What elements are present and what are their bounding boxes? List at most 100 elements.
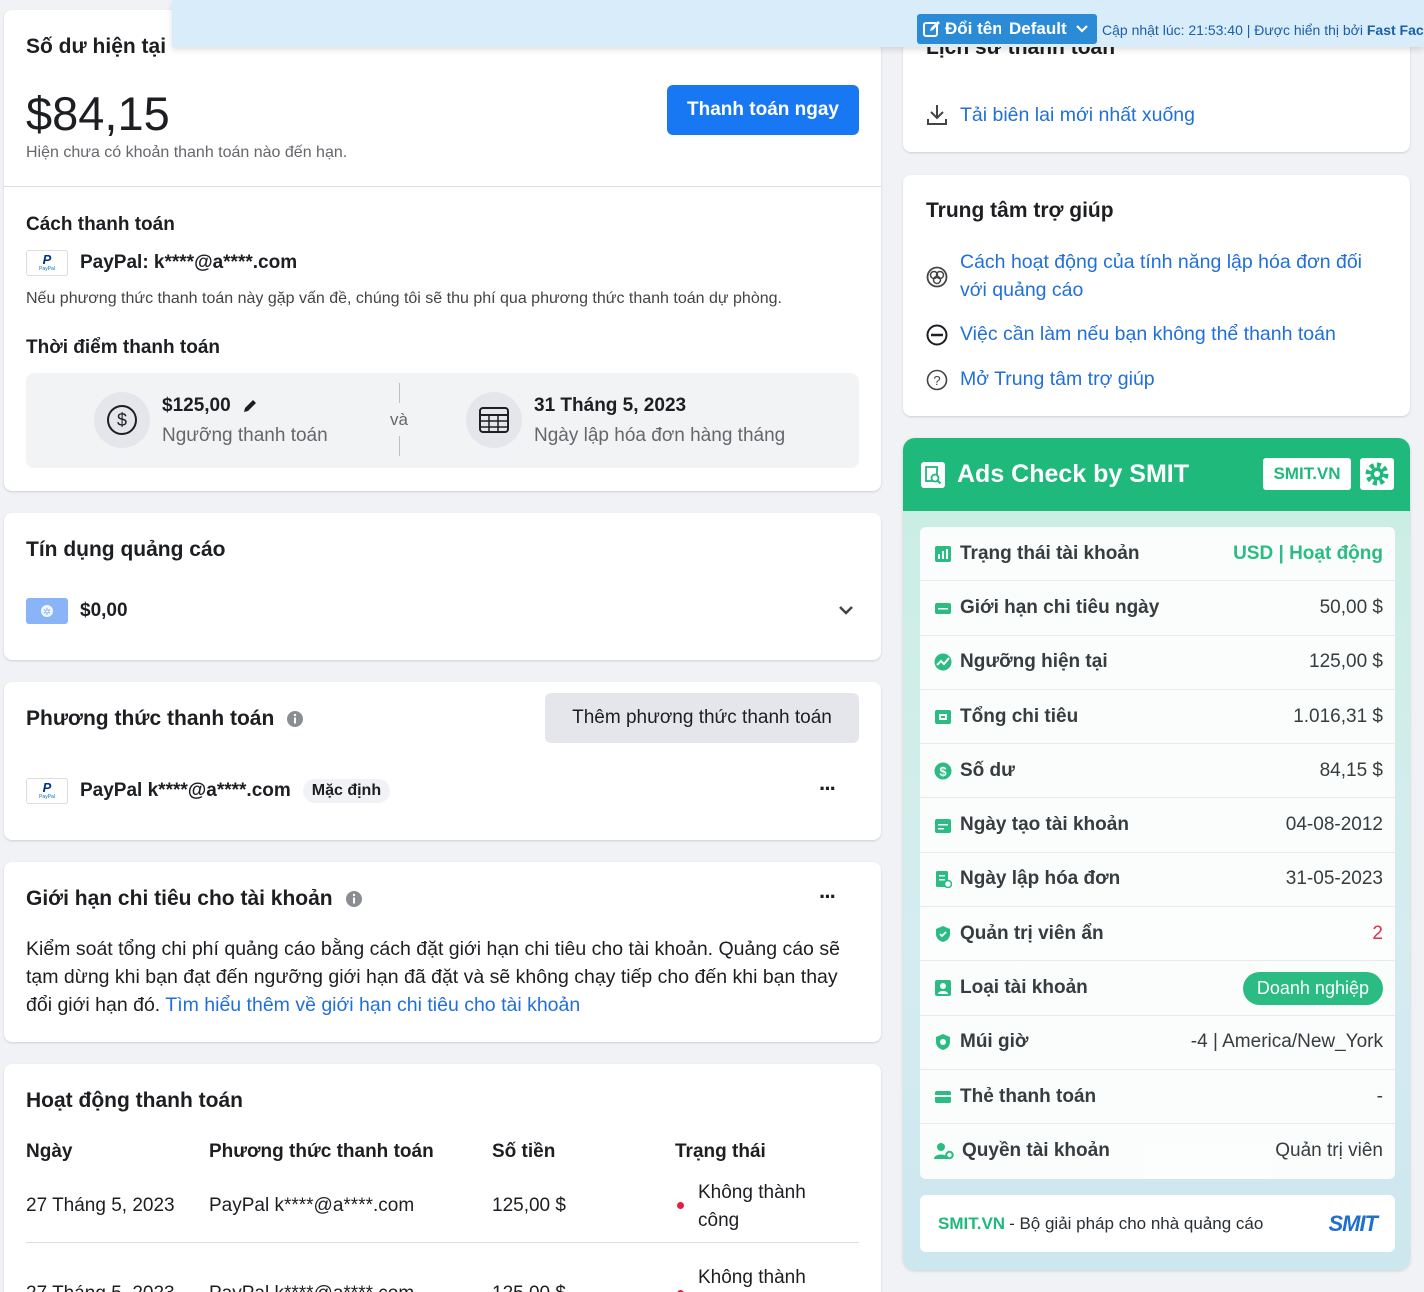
download-receipt-label: Tải biên lai mới nhất xuống: [960, 103, 1195, 126]
spending-limit-title: Giới hạn chi tiêu cho tài khoản: [26, 887, 333, 910]
smit-row-value: 2: [1372, 922, 1383, 944]
help-link-label: Cách hoạt động của tính năng lập hóa đơn…: [960, 251, 1363, 301]
spending-limit-description: Kiểm soát tổng chi phí quảng cáo bằng cá…: [26, 935, 856, 1019]
smit-row-payment-card: Thẻ thanh toán -: [920, 1070, 1395, 1125]
paypal-icon: P PayPal: [26, 778, 68, 804]
download-icon: [926, 103, 948, 127]
balance-title: Số dư hiện tại: [26, 35, 167, 58]
smit-logo: SMIT: [1328, 1210, 1378, 1237]
smit-row-label: Ngày lập hóa đơn: [960, 868, 1121, 890]
learn-more-link[interactable]: Tìm hiểu thêm về giới hạn chi tiêu cho t…: [165, 994, 580, 1016]
trend-icon: [934, 653, 952, 671]
column-header-status[interactable]: Trạng thái: [675, 1141, 766, 1163]
ad-credit-amount: $0,00: [80, 600, 128, 621]
svg-text:✲: ✲: [43, 607, 51, 618]
column-header-date[interactable]: Ngày: [26, 1141, 72, 1163]
svg-text:$: $: [117, 410, 127, 430]
smit-row-label: Ngưỡng hiện tại: [960, 651, 1108, 673]
account-type-badge: Doanh nghiệp: [1242, 971, 1383, 1005]
smit-row-created-date: Ngày tạo tài khoản 04-08-2012: [920, 798, 1395, 853]
pay-now-button[interactable]: Thanh toán ngay: [667, 85, 859, 135]
payment-activity-title: Hoạt động thanh toán: [26, 1089, 243, 1112]
smit-row-total-spend: Tổng chi tiêu 1.016,31 $: [920, 690, 1395, 745]
balance-note: Hiện chưa có khoản thanh toán nào đến hạ…: [26, 144, 348, 161]
smit-row-label: Múi giờ: [960, 1031, 1029, 1053]
minus-circle-icon: [926, 324, 948, 346]
smit-row-threshold: Ngưỡng hiện tại 125,00 $: [920, 636, 1395, 690]
divider: [4, 186, 881, 187]
shield-hidden-icon: [934, 925, 952, 943]
billing-date-value: 31 Tháng 5, 2023: [534, 395, 687, 416]
payment-method-label: PayPal k****@a****.com: [80, 780, 291, 801]
row-amount: 125,00 $: [492, 1283, 566, 1292]
row-amount: 125,00 $: [492, 1195, 566, 1216]
smit-row-value: 1.016,31 $: [1293, 705, 1383, 727]
divider: [399, 383, 400, 403]
dollar-circle-icon: $: [94, 392, 150, 448]
smit-title: Ads Check by SMIT: [957, 460, 1189, 488]
wallet-icon: [934, 708, 952, 726]
smit-row-value: Quản trị viên: [1275, 1140, 1383, 1162]
smit-row-label: Số dư: [960, 759, 1015, 781]
help-link-open-center[interactable]: ? Mở Trung tâm trợ giúp: [926, 368, 1155, 391]
table-row[interactable]: 27 Tháng 5, 2023 PayPal k****@a****.com …: [26, 1175, 859, 1243]
and-label: và: [390, 410, 408, 429]
ads-check-logo-icon: [921, 461, 945, 488]
calendar-icon: [466, 392, 522, 448]
payment-method-note: Nếu phương thức thanh toán này gặp vấn đ…: [26, 290, 782, 307]
help-center-card: Trung tâm trợ giúp Cách hoạt động của tí…: [903, 175, 1410, 416]
info-icon[interactable]: [286, 710, 304, 728]
payment-method-row: P PayPal PayPal k****@a****.com Mặc định: [26, 778, 391, 804]
chevron-down-icon[interactable]: [837, 604, 855, 616]
row-status: Không thành công: [698, 1182, 806, 1231]
smit-footer-brand[interactable]: SMIT.VN: [938, 1214, 1005, 1234]
smit-row-label: Loại tài khoản: [960, 977, 1088, 999]
column-header-method[interactable]: Phương thức thanh toán: [209, 1141, 434, 1163]
activity-header: Ngày Phương thức thanh toán Số tiền Trạn…: [26, 1141, 859, 1165]
svg-text:$: $: [939, 764, 947, 779]
billing-help-icon: [926, 266, 948, 288]
add-payment-method-button[interactable]: Thêm phương thức thanh toán: [545, 693, 859, 743]
smit-row-value: 125,00 $: [1309, 651, 1383, 673]
smit-row-label: Tổng chi tiêu: [960, 705, 1079, 727]
rename-button[interactable]: Đổi tên: [917, 14, 1009, 44]
smit-logo-text: SMIT: [1328, 1210, 1378, 1236]
smit-row-hidden-admins: Quản trị viên ẩn 2: [920, 907, 1395, 962]
dollar-icon: $: [934, 762, 952, 780]
smit-row-value: -: [1376, 1085, 1383, 1107]
row-method: PayPal k****@a****.com: [209, 1283, 414, 1292]
smit-info-list: Trạng thái tài khoản USD | Hoạt động Giớ…: [920, 527, 1395, 1179]
card-limit-icon: [934, 599, 952, 617]
smit-row-value: -4 | America/New_York: [1190, 1031, 1383, 1053]
help-link-cannot-pay[interactable]: Việc cần làm nếu bạn không thể thanh toá…: [926, 323, 1336, 346]
row-date: 27 Tháng 5, 2023: [26, 1283, 175, 1292]
account-select[interactable]: Default: [1001, 14, 1097, 44]
info-icon[interactable]: [345, 890, 363, 908]
edit-icon: [923, 20, 941, 38]
column-header-amount[interactable]: Số tiền: [492, 1141, 555, 1163]
smit-row-label: Ngày tạo tài khoản: [960, 814, 1129, 836]
table-row[interactable]: 27 Tháng 5, 2023 PayPal k****@a****.com …: [26, 1244, 859, 1292]
primary-payment-method-label: PayPal: k****@a****.com: [80, 252, 298, 273]
threshold-label: Ngưỡng thanh toán: [162, 425, 328, 446]
fast-face-toolbar: Đổi tên Default Cập nhật lúc: 21:53:40 |…: [172, 0, 1424, 47]
payment-method-heading: Cách thanh toán: [26, 214, 175, 235]
gear-icon[interactable]: [1360, 458, 1394, 490]
download-receipt-link[interactable]: Tải biên lai mới nhất xuống: [926, 103, 1195, 127]
payment-methods-card: Phương thức thanh toán Thêm phương thức …: [4, 682, 881, 840]
update-status-brand: Fast Face: [1366, 22, 1424, 38]
rename-label: Đổi tên: [945, 19, 1003, 38]
update-status-text: Cập nhật lúc: 21:53:40 | Được hiển thị b…: [1102, 22, 1367, 38]
threshold-value: $125,00: [162, 395, 231, 416]
calendar-icon: [934, 816, 952, 834]
status-dot: [677, 1202, 684, 1209]
more-options-button[interactable]: ···: [819, 776, 837, 802]
smit-site-button[interactable]: SMIT.VN: [1263, 458, 1351, 490]
edit-threshold-icon[interactable]: [241, 397, 259, 415]
balance-amount: $84,15: [26, 87, 170, 140]
spending-limit-card: Giới hạn chi tiêu cho tài khoản ··· Kiểm…: [4, 862, 881, 1042]
billing-date-label: Ngày lập hóa đơn hàng tháng: [534, 425, 786, 446]
more-options-button[interactable]: ···: [819, 884, 837, 910]
ad-credit-card: Tín dụng quảng cáo ✲ $0,00: [4, 513, 881, 660]
user-gear-icon: [934, 1142, 954, 1160]
